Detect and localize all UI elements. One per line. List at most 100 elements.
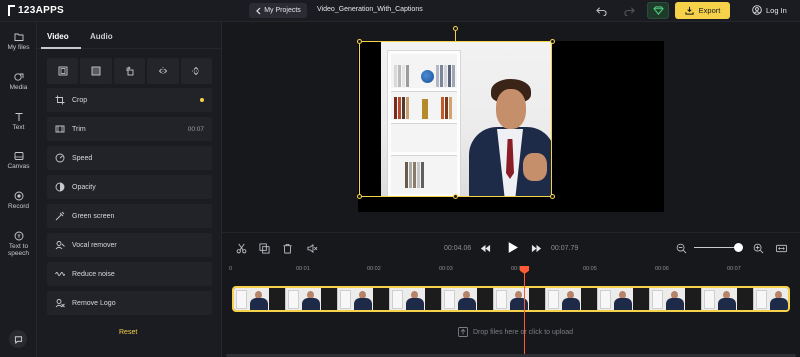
mute-icon[interactable] [307,243,318,256]
rail-item-text[interactable]: Text [0,112,37,131]
diamond-icon [652,6,664,15]
trim-duration: 00:07 [187,125,204,133]
project-name[interactable]: Video_Generation_With_Captions [317,6,423,13]
top-bar: 123APPS My Projects Video_Generation_Wit… [0,0,800,22]
zoom-slider-track[interactable] [694,247,738,248]
export-button[interactable]: Export [675,2,730,19]
canvas-icon [14,152,23,160]
option-label: Remove Logo [72,299,116,307]
flip-vertical-icon [192,66,201,76]
my-projects-button[interactable]: My Projects [249,3,307,18]
media-icon [13,73,23,81]
rail-label: My files [7,44,30,51]
timeline-ruler[interactable]: 0 00:01 00:02 00:03 00:04 00:05 00:06 00… [222,262,800,276]
fill-button[interactable] [80,58,112,84]
clip-thumbnail [286,288,338,310]
drop-zone[interactable]: Drop files here or click to upload [458,327,573,337]
zoom-in-icon[interactable] [753,243,764,256]
premium-button[interactable] [647,2,669,19]
zoom-out-icon[interactable] [676,243,687,256]
playhead[interactable] [524,266,525,357]
video-clip-track[interactable] [232,286,790,312]
option-vocal-remover[interactable]: Vocal remover [47,233,212,257]
ruler-tick: 00:02 [367,266,381,272]
tts-icon [14,231,23,241]
rail-label: Text [12,124,25,131]
option-label: Green screen [72,212,115,220]
fill-icon [91,66,101,76]
option-speed[interactable]: Speed [47,146,212,170]
clip-thumbnail [494,288,546,310]
user-icon [752,5,762,15]
reset-button[interactable]: Reset [119,329,137,336]
option-label: Reduce noise [72,270,115,278]
folder-icon [14,33,23,41]
tab-video[interactable]: Video [47,32,69,41]
total-time: 00:07.79 [551,245,579,252]
clip-thumbnail [754,288,788,310]
rail-item-media[interactable]: Media [0,72,37,91]
fast-forward-icon[interactable] [531,243,542,256]
option-green-screen[interactable]: Green screen [47,204,212,228]
ruler-tick: 00:01 [296,266,310,272]
rewind-icon[interactable] [480,243,491,256]
option-remove-logo[interactable]: Remove Logo [47,291,212,315]
rail-item-record[interactable]: Record [0,191,37,210]
transform-toolbar [47,58,213,84]
option-crop[interactable]: Crop [47,88,212,112]
resize-handle-bottom-right[interactable] [550,194,555,199]
selection-box[interactable] [359,41,552,197]
rail-item-my-files[interactable]: My files [0,32,37,51]
ruler-tick: 00:05 [583,266,597,272]
resize-handle-top-left[interactable] [357,39,362,44]
play-icon[interactable] [506,241,519,256]
download-icon [685,6,694,15]
option-label: Opacity [72,183,96,191]
resize-handle-bottom-left[interactable] [357,194,362,199]
login-button[interactable]: Log In [752,5,787,15]
video-properties-panel: Video Audio Crop Trim 00:07 Speed Opacit… [37,22,222,357]
rotate-handle[interactable] [453,26,458,31]
clip-thumbnail [546,288,598,310]
rail-item-text-to-speech[interactable]: Text to speech [0,231,37,258]
option-trim[interactable]: Trim 00:07 [47,117,212,141]
my-projects-label: My Projects [264,7,301,14]
active-tab-indicator [41,47,81,49]
app-logo[interactable]: 123APPS [8,5,64,16]
option-label: Trim [72,125,86,133]
crop-icon [55,95,65,105]
rotate-button[interactable] [113,58,146,84]
duplicate-icon[interactable] [259,243,270,256]
option-label: Speed [72,154,93,162]
resize-handle-top-right[interactable] [550,39,555,44]
redo-icon[interactable] [624,5,635,19]
clip-thumbnail [390,288,442,310]
fit-icon [58,66,68,76]
fit-timeline-icon[interactable] [776,243,787,256]
flip-horizontal-button[interactable] [147,58,179,84]
help-chat-icon[interactable] [9,330,27,348]
fit-button[interactable] [47,58,79,84]
logo-text: 123APPS [18,5,65,16]
left-rail: My files Media Text Canvas Record Text t… [0,22,37,357]
clip-thumbnail [650,288,702,310]
delete-icon[interactable] [282,243,293,256]
option-reduce-noise[interactable]: Reduce noise [47,262,212,286]
undo-icon[interactable] [596,5,607,19]
clip-thumbnail [234,288,286,310]
option-opacity[interactable]: Opacity [47,175,212,199]
split-icon[interactable] [236,243,247,256]
clip-thumbnail [338,288,390,310]
vocal-remover-icon [55,241,65,250]
opacity-icon [55,182,65,192]
chevron-left-icon [256,7,261,14]
upload-icon [458,327,468,337]
resize-handle-bottom[interactable] [453,194,458,199]
clip-thumbnail [702,288,754,310]
trim-icon [55,125,65,133]
rail-label: Media [9,84,28,91]
flip-vertical-button[interactable] [180,58,213,84]
rail-item-canvas[interactable]: Canvas [0,151,37,170]
zoom-slider-knob[interactable] [734,243,743,252]
tab-audio[interactable]: Audio [90,32,113,41]
